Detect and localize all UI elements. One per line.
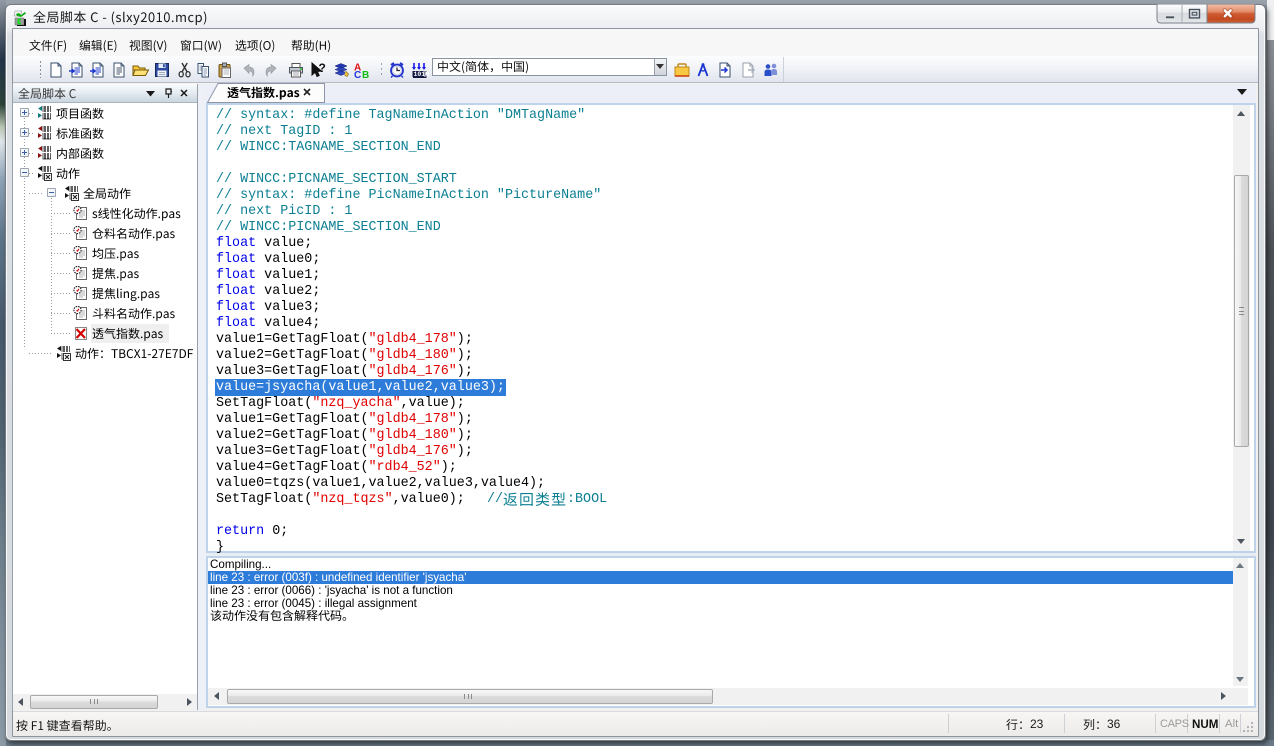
svg-text:B: B bbox=[362, 70, 369, 79]
svg-text:?: ? bbox=[319, 62, 326, 75]
svg-text:C: C bbox=[354, 70, 361, 79]
svg-text:1010: 1010 bbox=[414, 71, 430, 78]
